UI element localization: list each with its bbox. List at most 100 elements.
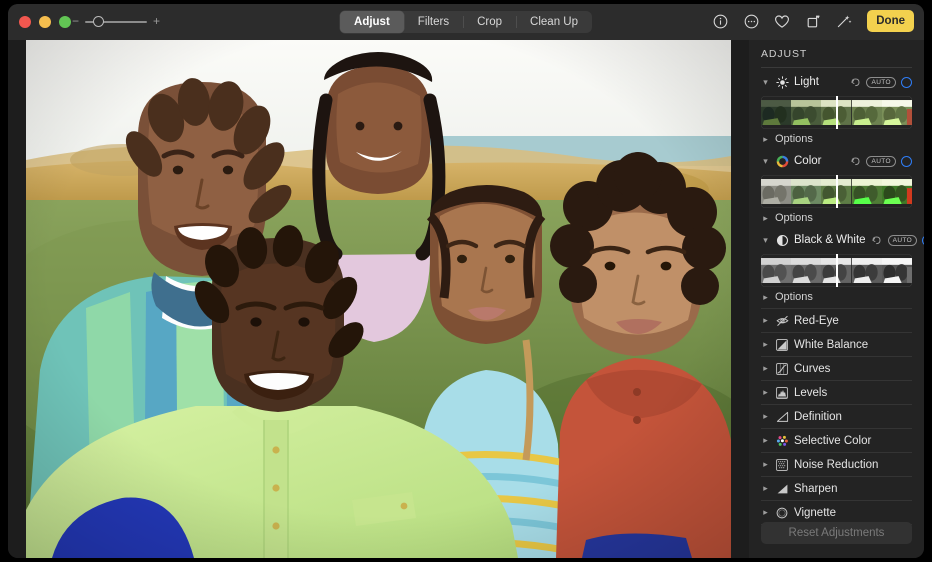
section-light: ▾ Light — [761, 68, 912, 147]
chevron-right-icon[interactable]: ▸ — [761, 412, 770, 421]
favorite-heart-icon[interactable] — [772, 10, 792, 32]
bw-options-row[interactable]: ▸ Options — [761, 289, 912, 305]
row-noise-reduction-label: Noise Reduction — [794, 459, 878, 471]
chevron-right-icon[interactable]: ▸ — [761, 484, 770, 493]
row-white-balance[interactable]: ▸ White Balance — [761, 333, 912, 356]
edited-photo[interactable] — [26, 40, 731, 558]
filmstrip-thumbnail[interactable] — [791, 96, 821, 129]
row-white-balance-label: White Balance — [794, 339, 868, 351]
chevron-down-icon[interactable]: ▾ — [761, 236, 770, 245]
revert-icon[interactable] — [871, 235, 883, 246]
filmstrip-thumbnail[interactable] — [882, 254, 912, 287]
color-options-label: Options — [775, 212, 813, 224]
row-definition[interactable]: ▸ Definition — [761, 405, 912, 428]
edit-mode-tabs[interactable]: Adjust Filters Crop Clean Up — [340, 11, 592, 33]
levels-icon — [775, 386, 789, 400]
light-filmstrip[interactable] — [761, 96, 912, 129]
rotate-icon[interactable] — [803, 10, 823, 32]
filmstrip-thumbnail[interactable] — [791, 175, 821, 208]
light-options-row[interactable]: ▸ Options — [761, 131, 912, 147]
chevron-right-icon[interactable]: ▸ — [761, 340, 770, 349]
titlebar-actions: Done — [710, 10, 914, 32]
auto-badge-light[interactable]: AUTO — [866, 77, 896, 88]
section-bw-label: Black & White — [794, 234, 866, 246]
filmstrip-thumbnail[interactable] — [882, 96, 912, 129]
chevron-right-icon[interactable]: ▸ — [761, 214, 770, 223]
chevron-right-icon[interactable]: ▸ — [761, 135, 770, 144]
filmstrip-thumbnail[interactable] — [852, 254, 882, 287]
chevron-down-icon[interactable]: ▾ — [761, 157, 770, 166]
done-button[interactable]: Done — [867, 10, 914, 32]
photo-canvas — [8, 40, 749, 558]
row-sharpen-label: Sharpen — [794, 483, 837, 495]
zoom-slider-track[interactable] — [85, 16, 147, 27]
chevron-right-icon[interactable]: ▸ — [761, 436, 770, 445]
filmstrip-thumbnail[interactable] — [882, 175, 912, 208]
filmstrip-thumbnail[interactable] — [761, 175, 791, 208]
tab-clean-up[interactable]: Clean Up — [516, 11, 592, 33]
filmstrip-thumbnail[interactable] — [761, 96, 791, 129]
section-color-header[interactable]: ▾ Color AUTO — [761, 152, 912, 170]
row-curves-label: Curves — [794, 363, 830, 375]
tab-crop[interactable]: Crop — [463, 11, 516, 33]
chevron-down-icon[interactable]: ▾ — [761, 78, 770, 87]
auto-badge-color[interactable]: AUTO — [866, 156, 896, 167]
chevron-right-icon[interactable]: ▸ — [761, 388, 770, 397]
vignette-circle-icon — [775, 506, 789, 520]
more-options-icon[interactable] — [741, 10, 761, 32]
chevron-right-icon[interactable]: ▸ — [761, 316, 770, 325]
filmstrip-thumbnail[interactable] — [852, 96, 882, 129]
section-bw-header[interactable]: ▾ Black & White AUTO — [761, 231, 912, 249]
auto-badge-bw[interactable]: AUTO — [888, 235, 918, 246]
row-levels[interactable]: ▸ Levels — [761, 381, 912, 404]
zoom-slider-control[interactable]: − + — [72, 16, 160, 27]
zoom-window-button[interactable] — [59, 16, 71, 28]
filmstrip-playhead[interactable] — [836, 254, 838, 287]
info-icon[interactable] — [710, 10, 730, 32]
filmstrip-playhead[interactable] — [836, 96, 838, 129]
close-window-button[interactable] — [19, 16, 31, 28]
bw-filmstrip[interactable] — [761, 254, 912, 287]
photo-artwork — [26, 40, 731, 558]
row-curves[interactable]: ▸ Curves — [761, 357, 912, 380]
row-red-eye[interactable]: ▸ Red-Eye — [761, 309, 912, 332]
section-light-label: Light — [794, 76, 844, 88]
filmstrip-thumbnail[interactable] — [791, 254, 821, 287]
section-color: ▾ Color AUTO — [761, 147, 912, 226]
section-color-label: Color — [794, 155, 844, 167]
auto-enhance-wand-icon[interactable] — [834, 10, 854, 32]
row-sharpen[interactable]: ▸ Sharpen — [761, 477, 912, 500]
noise-square-icon — [775, 458, 789, 472]
light-options-label: Options — [775, 133, 813, 145]
chevron-right-icon[interactable]: ▸ — [761, 460, 770, 469]
tab-filters[interactable]: Filters — [404, 11, 463, 33]
chevron-right-icon[interactable]: ▸ — [761, 293, 770, 302]
section-light-header[interactable]: ▾ Light — [761, 73, 912, 91]
chevron-right-icon[interactable]: ▸ — [761, 508, 770, 517]
zoom-in-icon[interactable]: + — [153, 16, 160, 27]
chevron-right-icon[interactable]: ▸ — [761, 364, 770, 373]
color-options-row[interactable]: ▸ Options — [761, 210, 912, 226]
row-selective-color[interactable]: ▸ Selective Color — [761, 429, 912, 452]
adjust-panel-title: ADJUST — [761, 40, 912, 67]
revert-icon[interactable] — [849, 156, 861, 167]
tab-adjust[interactable]: Adjust — [340, 11, 404, 33]
revert-icon[interactable] — [849, 77, 861, 88]
filmstrip-thumbnail[interactable] — [852, 175, 882, 208]
minimize-window-button[interactable] — [39, 16, 51, 28]
filmstrip-thumbnail[interactable] — [761, 254, 791, 287]
zoom-out-icon[interactable]: − — [72, 16, 79, 27]
sharpen-triangle-icon — [775, 482, 789, 496]
color-filmstrip[interactable] — [761, 175, 912, 208]
filmstrip-playhead[interactable] — [836, 175, 838, 208]
row-vignette[interactable]: ▸ Vignette — [761, 501, 912, 524]
gradient-square-icon — [775, 338, 789, 352]
toggle-light[interactable] — [901, 77, 912, 88]
row-noise-reduction[interactable]: ▸ Noise Reduction — [761, 453, 912, 476]
zoom-slider-knob[interactable] — [93, 16, 104, 27]
eye-slash-icon — [775, 314, 789, 328]
reset-adjustments-button[interactable]: Reset Adjustments — [761, 522, 912, 544]
row-selective-color-label: Selective Color — [794, 435, 871, 447]
toggle-color[interactable] — [901, 156, 912, 167]
toggle-bw[interactable] — [922, 235, 924, 246]
